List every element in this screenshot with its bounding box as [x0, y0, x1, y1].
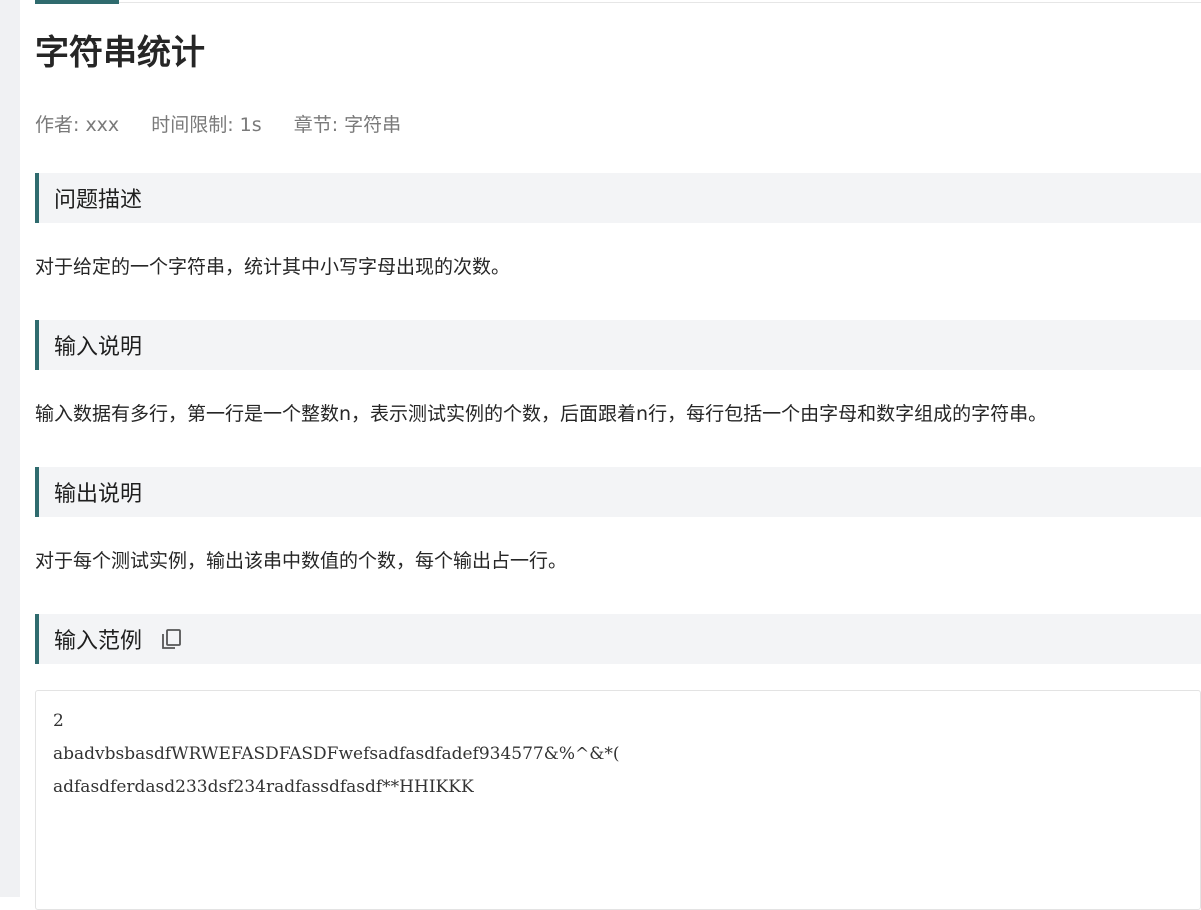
chapter-meta: 章节: 字符串	[293, 114, 402, 136]
code-line: abadvbsbasdfWRWEFASDFASDFwefsadfasdfadef…	[53, 744, 620, 764]
time-limit-meta: 时间限制: 1s	[151, 114, 262, 136]
code-line: 2	[53, 711, 64, 731]
section-header-sample-input: 输入范例	[35, 614, 1201, 664]
input-description-text: 输入数据有多行，第一行是一个整数n，表示测试实例的个数，后面跟着n行，每行包括一…	[35, 403, 1048, 425]
page-title: 字符串统计	[35, 33, 205, 73]
left-rail	[0, 0, 20, 897]
problem-meta: 作者: xxx 时间限制: 1s 章节: 字符串	[35, 112, 427, 138]
section-header-description: 问题描述	[35, 173, 1201, 223]
section-title-description: 问题描述	[54, 188, 143, 213]
copy-icon[interactable]	[160, 628, 182, 650]
top-divider	[35, 2, 1201, 3]
section-title-sample-input: 输入范例	[54, 629, 143, 654]
active-tab-indicator	[35, 0, 119, 4]
author-meta: 作者: xxx	[35, 114, 120, 136]
output-description-text: 对于每个测试实例，输出该串中数值的个数，每个输出占一行。	[35, 550, 568, 572]
section-header-input: 输入说明	[35, 320, 1201, 370]
sample-input-code-block[interactable]: 2 abadvbsbasdfWRWEFASDFASDFwefsadfasdfad…	[35, 690, 1201, 910]
section-title-output: 输出说明	[54, 482, 143, 507]
code-line: adfasdferdasd233dsf234radfassdfasdf**HHI…	[53, 777, 474, 797]
section-title-input: 输入说明	[54, 335, 143, 360]
description-text: 对于给定的一个字符串，统计其中小写字母出现的次数。	[35, 256, 511, 278]
section-header-output: 输出说明	[35, 467, 1201, 517]
